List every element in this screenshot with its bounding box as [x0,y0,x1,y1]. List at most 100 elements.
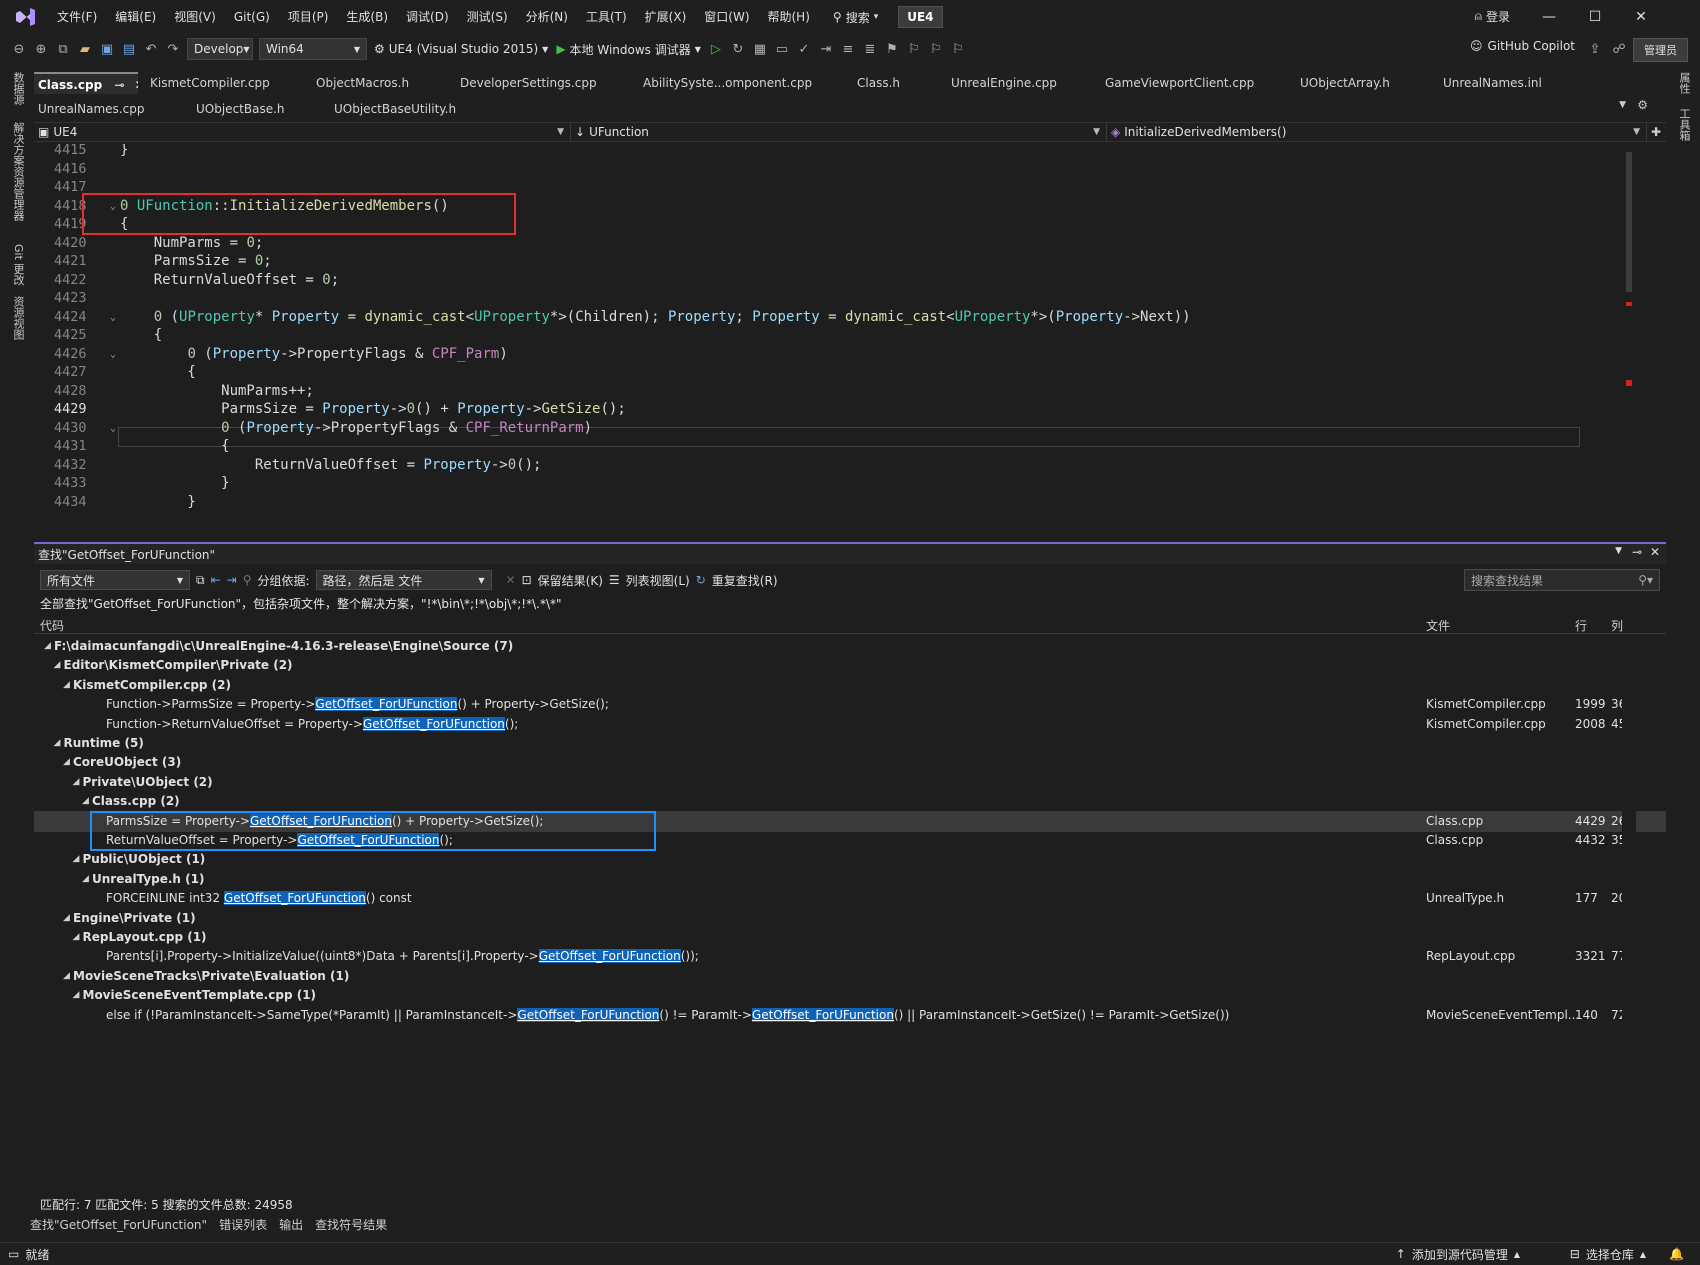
pin-icon[interactable]: ⊸ [1632,545,1642,559]
menu-item[interactable]: 编辑(E) [106,0,165,34]
forward-icon[interactable]: ⊕ [30,38,52,60]
result-group[interactable]: ◢ Editor\KismetCompiler\Private (2) [34,655,1666,676]
login-button[interactable]: ⍝ 登录 [1475,8,1510,25]
filter-icon[interactable]: ⚲ [243,573,252,587]
result-group[interactable]: ◢ Private\UObject (2) [34,772,1666,793]
new-item-icon[interactable]: ⧉ [52,38,74,60]
menu-item[interactable]: Git(G) [225,0,279,34]
result-group[interactable]: ◢ MovieSceneTracks\Private\Evaluation (1) [34,966,1666,987]
result-group[interactable]: ◢ KismetCompiler.cpp (2) [34,675,1666,696]
spellcheck-icon[interactable]: ✓ [793,38,815,60]
menu-item[interactable]: 工具(T) [577,0,636,34]
left-rail-item[interactable]: 解决方案资源管理器 [10,122,26,221]
fold-chevron-icon[interactable]: ⌄ [110,312,116,323]
column-file[interactable]: 文件 [1426,617,1450,634]
tab-output[interactable]: 输出 [279,1216,303,1233]
expand-triangle-icon[interactable]: ◢ [44,636,51,657]
scope-dropdown[interactable]: ↓ UFunction ▼ [571,123,1107,141]
expand-triangle-icon[interactable]: ◢ [73,849,80,870]
expand-triangle-icon[interactable]: ◢ [63,752,70,773]
results-scrollbar[interactable] [1622,636,1636,1191]
maximize-icon[interactable]: ☐ [1572,0,1618,34]
close-icon[interactable]: ✕ [1650,545,1660,559]
solution-name[interactable]: UE4 [898,6,942,28]
close-icon[interactable]: ✕ [135,78,138,92]
hot-reload-icon[interactable]: ↻ [727,38,749,60]
copy-icon[interactable]: ⧉ [196,573,205,588]
repeat-find-button[interactable]: 重复查找(R) [712,572,778,589]
result-group[interactable]: ◢ RepLayout.cpp (1) [34,927,1666,948]
expand-triangle-icon[interactable]: ◢ [73,985,80,1006]
expand-triangle-icon[interactable]: ◢ [73,772,80,793]
chevron-down-icon[interactable]: ▼ [1615,546,1622,556]
tab[interactable]: KismetCompiler.cpp [146,72,296,94]
run-without-debug-icon[interactable]: ▷ [705,38,727,60]
close-icon[interactable]: ✕ [1618,0,1664,34]
undo-icon[interactable]: ↶ [140,38,162,60]
column-col[interactable]: 列 [1611,617,1623,634]
tab[interactable]: UnrealNames.inl [1439,72,1584,94]
result-group[interactable]: ◢ MovieSceneEventTemplate.cpp (1) [34,985,1666,1006]
menu-item[interactable]: 扩展(X) [636,0,696,34]
save-icon[interactable]: ▣ [96,38,118,60]
copilot-button[interactable]: ☺ GitHub Copilot [1470,39,1575,53]
keep-results-button[interactable]: 保留结果(K) [538,572,603,589]
result-row[interactable]: Parents[i].Property->InitializeValue((ui… [34,946,1666,967]
select-repo[interactable]: ⊟ 选择仓库 ▲ [1570,1246,1646,1263]
tab-active[interactable]: Class.cpp ⊸ ✕ [34,72,138,94]
uncomment-icon[interactable]: ≣ [859,38,881,60]
project-dropdown[interactable]: ▣ UE4 ▼ [34,123,571,141]
expand-triangle-icon[interactable]: ◢ [63,675,70,696]
menu-item[interactable]: 项目(P) [279,0,338,34]
solution-explorer-icon[interactable]: ▦ [749,38,771,60]
clear-icon[interactable]: ✕ [506,573,516,587]
result-row[interactable]: Function->ReturnValueOffset = Property->… [34,714,1666,735]
comment-icon[interactable]: ≡ [837,38,859,60]
tab[interactable]: UnrealNames.cpp [34,98,184,120]
start-debug-button[interactable]: ▶ 本地 Windows 调试器 ▼ [556,41,701,58]
tab[interactable]: DeveloperSettings.cpp [456,72,631,94]
redo-icon[interactable]: ↷ [162,38,184,60]
expand-triangle-icon[interactable]: ◢ [82,869,89,890]
settings-gear-icon[interactable]: ⚙ [1637,98,1648,112]
result-group[interactable]: ◢ Class.cpp (2) [34,791,1666,812]
tab[interactable]: UObjectBase.h [192,98,322,120]
tab[interactable]: UnrealEngine.cpp [947,72,1097,94]
column-code[interactable]: 代码 [40,617,64,634]
result-row[interactable]: Function->ParmsSize = Property->GetOffse… [34,694,1666,715]
split-icon[interactable]: ✚ [1651,125,1661,139]
clear-bookmarks-icon[interactable]: ⚐ [947,38,969,60]
menu-item[interactable]: 视图(V) [165,0,225,34]
member-dropdown[interactable]: ◈ InitializeDerivedMembers() ▼ [1107,123,1647,141]
tab[interactable]: AbilitySyste...omponent.cpp [639,72,829,94]
open-folder-icon[interactable]: ▰ [74,38,96,60]
menu-item[interactable]: 生成(B) [337,0,397,34]
left-rail-item[interactable]: Git 更改 [10,244,26,285]
tab-error-list[interactable]: 错误列表 [219,1216,267,1233]
right-rail-item[interactable]: 属性 [1676,72,1692,94]
config-dropdown[interactable]: Develop ▼ [187,38,253,60]
result-row[interactable]: FORCEINLINE int32 GetOffset_ForUFunction… [34,888,1666,909]
left-rail-item[interactable]: 数据源 [10,72,26,105]
find-results-search[interactable]: 搜索查找结果 ⚲▾ [1464,569,1660,591]
expand-triangle-icon[interactable]: ◢ [54,733,61,754]
editor-scrollbar[interactable] [1622,144,1636,538]
back-icon[interactable]: ⊖ [8,38,30,60]
tab[interactable]: UObjectArray.h [1296,72,1436,94]
expand-triangle-icon[interactable]: ◢ [63,908,70,929]
group-by-select[interactable]: 路径，然后是 文件 ▼ [316,570,492,590]
right-rail-item[interactable]: 工具箱 [1676,108,1692,141]
share-icon[interactable]: ⇪ [1584,38,1606,60]
result-group[interactable]: ◢ UnrealType.h (1) [34,869,1666,890]
menu-item[interactable]: 文件(F) [48,0,106,34]
minimize-icon[interactable]: — [1526,0,1572,34]
column-line[interactable]: 行 [1575,617,1587,634]
next-bookmark-icon[interactable]: ⚐ [925,38,947,60]
tab[interactable]: GameViewportClient.cpp [1101,72,1291,94]
result-group[interactable]: ◢ F:\daimacunfangdi\c\UnrealEngine-4.16.3… [34,636,1666,657]
result-row[interactable]: else if (!ParamInstanceIt->SameType(*Par… [34,1005,1666,1026]
startup-project[interactable]: ⚙ UE4 (Visual Studio 2015) ▼ [374,42,548,56]
tab-find-symbol[interactable]: 查找符号结果 [315,1216,387,1233]
fold-chevron-icon[interactable]: ⌄ [110,423,116,434]
feedback-icon[interactable]: ☍ [1608,38,1630,60]
